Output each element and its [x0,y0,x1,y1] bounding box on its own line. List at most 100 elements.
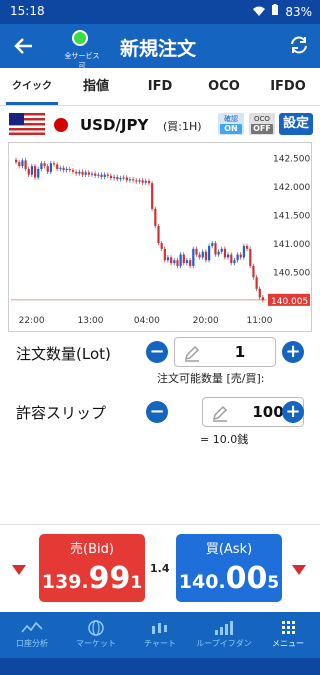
quantity-plus-button[interactable]: + [282,341,304,363]
candle-body [59,167,62,169]
oco-toggle[interactable]: OCO OFF [249,113,275,135]
sell-price-fraction: 1 [130,573,143,593]
app-bar: 全サービス可 新規注文 [0,24,320,70]
candle-body [56,164,59,169]
quantity-value: 1 [234,343,246,361]
candle-body [46,166,49,172]
tab-limit[interactable]: 指値 [64,68,128,105]
spread-value: 1.4 [150,562,170,575]
x-tick-label: 13:00 [78,316,104,326]
candle-body [128,179,132,181]
y-tick-label: 141.500 [273,212,310,222]
pencil-icon [211,404,229,422]
candle-body [182,254,185,264]
candle-body [135,180,138,182]
y-tick-label: 142.000 [273,183,310,193]
quantity-field[interactable]: 1 [174,337,276,367]
sell-button[interactable]: 売(Bid) 139.991 [39,534,145,602]
candle-body [230,254,233,264]
price-chart[interactable]: 142.500 142.000 141.500 141.000 140.500 22:00… [8,142,312,332]
candle-body [157,226,160,244]
candle-body [30,166,34,175]
candle-body [176,260,179,266]
candle-body [125,177,128,181]
pencil-icon [183,344,201,362]
back-arrow-icon[interactable] [10,32,38,60]
candle-body [185,260,189,264]
candle-body [81,171,84,175]
slippage-note: = 10.0銭 [200,433,249,446]
candle-body [233,260,236,264]
sell-label: 売(Bid) [70,542,114,557]
candle-body [40,163,43,169]
oco-state: OFF [251,124,273,134]
slippage-label: 許容スリップ [16,404,107,422]
candle-body [90,173,94,175]
currency-pair[interactable]: USD/JPY [80,116,148,134]
nav-account-analysis[interactable]: 口座分析 [0,612,64,658]
tab-ifdo[interactable]: IFDO [256,68,320,105]
candle-body [65,168,68,171]
wifi-icon [253,5,266,19]
candle-body [109,175,113,179]
candle-body [239,254,242,258]
candle-body [166,257,170,261]
candle-body [24,160,27,169]
nav-label: チャート [144,639,176,648]
candle-body [211,243,214,246]
refresh-icon[interactable] [288,34,310,56]
slippage-minus-button[interactable]: − [146,401,168,423]
sell-down-arrow-icon [12,565,26,575]
candle-body [151,183,154,209]
candle-body [15,159,18,163]
buy-price: 140.005 [176,561,282,596]
tab-quick[interactable]: クイック [0,68,64,105]
candle-body [204,251,208,261]
candle-body [236,254,239,261]
candle-body [147,180,151,184]
nav-market[interactable]: マーケット [64,612,128,658]
candle-body [154,208,157,226]
japan-flag-icon [54,118,68,132]
status-bar: 15:18 83% [0,0,320,24]
candle-body [144,180,147,183]
nav-label: 口座分析 [16,639,48,648]
bar-chart-icon [215,621,233,635]
candle-body [116,176,119,180]
candle-body [220,248,223,252]
candle-body [141,180,144,183]
battery-icon [271,4,279,19]
buy-button[interactable]: 買(Ask) 140.005 [176,534,282,602]
status-time: 15:18 [10,4,45,18]
candle-body [160,243,163,249]
x-tick-label: 22:00 [19,316,45,326]
confirm-toggle[interactable]: 確認 ON [218,113,244,135]
candle-body [170,257,173,264]
tab-oco[interactable]: OCO [192,68,256,105]
candle-body [100,174,103,177]
slippage-plus-button[interactable]: + [282,401,304,423]
x-tick-label: 11:00 [247,316,273,326]
candle-body [71,170,75,172]
buy-price-fraction: 5 [267,573,280,593]
buy-label: 買(Ask) [205,542,253,557]
candle-body [94,173,97,176]
nav-chart[interactable]: チャート [128,612,192,658]
candle-body [33,166,37,178]
settings-button[interactable]: 設定 [279,113,313,135]
service-status-icon [72,30,88,46]
tab-ifd[interactable]: IFD [128,68,192,105]
candle-body [223,248,227,258]
candle-body [195,248,198,255]
quantity-minus-button[interactable]: − [146,341,168,363]
grid-menu-icon [282,621,295,634]
candle-body [138,180,141,182]
candle-body [258,288,261,298]
nav-loop-ifd[interactable]: ループイフダン [192,612,256,658]
candle-body [261,297,265,301]
nav-menu[interactable]: メニュー [256,612,320,658]
candle-body [18,162,21,167]
candle-body [249,248,252,266]
x-tick-label: 20:00 [193,316,219,326]
y-tick-label: 141.000 [273,240,310,250]
